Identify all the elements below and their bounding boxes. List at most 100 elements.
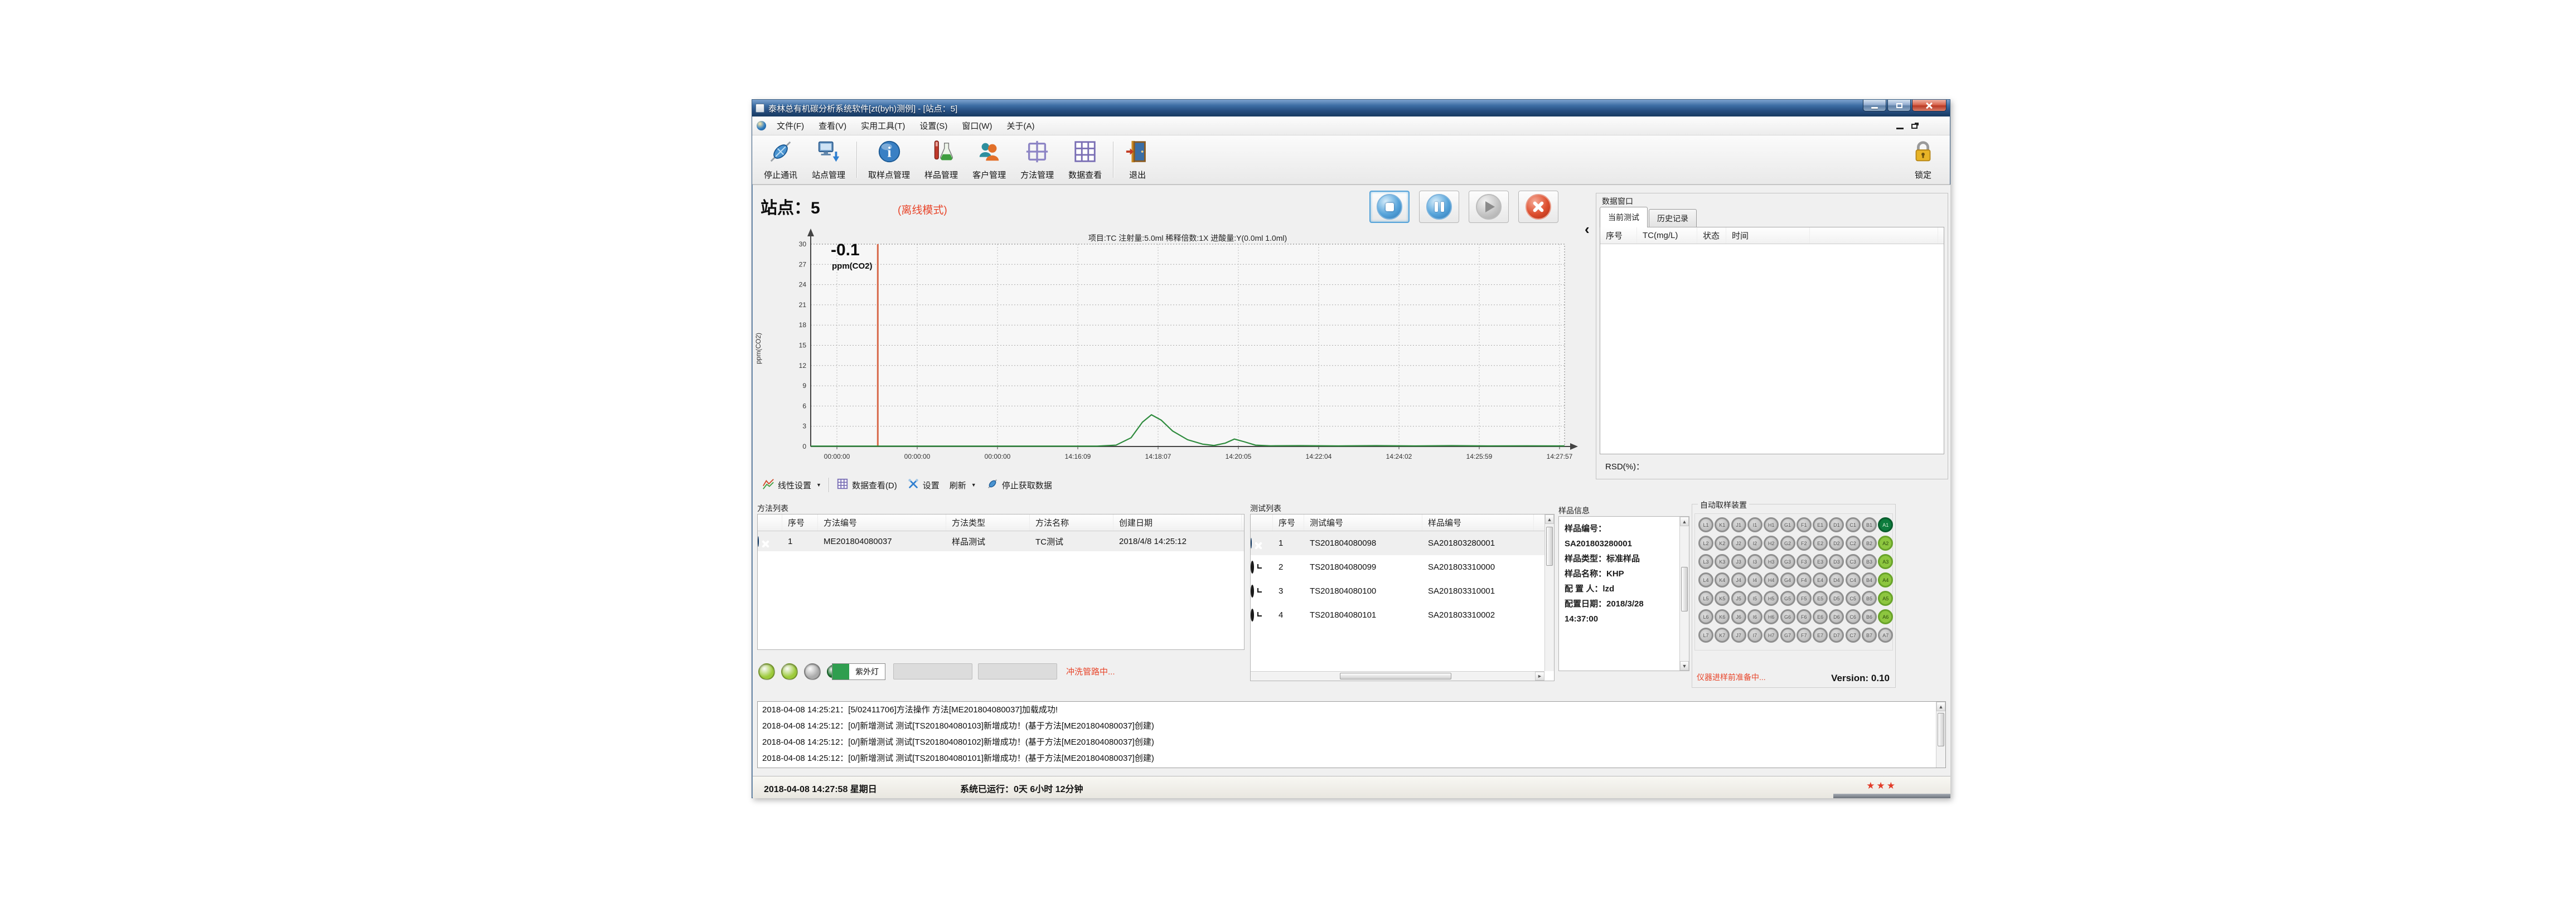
scroll-right-icon[interactable]: ► [1535,672,1544,681]
tab-history[interactable]: 历史记录 [1649,209,1697,227]
sampler-well-C2[interactable]: C2 [1846,536,1861,551]
sampler-well-D6[interactable]: D6 [1829,609,1844,624]
sampler-well-K1[interactable]: K1 [1715,517,1730,532]
sampler-well-H7[interactable]: H7 [1764,628,1779,643]
sampler-well-A5[interactable]: A5 [1878,591,1893,606]
collapse-panel-arrow[interactable]: ‹ [1585,221,1590,238]
sampler-well-I7[interactable]: I7 [1747,628,1762,643]
sampler-well-D3[interactable]: D3 [1829,554,1844,569]
table-row[interactable]: 1TS201804080098SA201803280001 [1251,531,1544,555]
mdi-restore-button[interactable] [1911,124,1918,129]
sampler-well-L2[interactable]: L2 [1698,536,1713,551]
column-header[interactable]: TC(mg/L) [1637,227,1697,244]
stop-button[interactable] [1369,191,1410,223]
sampler-well-B6[interactable]: B6 [1862,609,1877,624]
sampler-well-E6[interactable]: E6 [1813,609,1828,624]
sampler-well-H5[interactable]: H5 [1764,591,1779,606]
menu-item-2[interactable]: 查看(V) [811,116,854,135]
toolbar-button-exit[interactable]: 退出 [1117,137,1158,183]
sampler-well-F1[interactable]: F1 [1797,517,1812,532]
sample-info-scrollbar[interactable]: ▲ ▼ [1679,517,1689,671]
sampler-well-F3[interactable]: F3 [1797,554,1812,569]
toolbar-button-data-view[interactable]: 数据查看 [1061,137,1109,183]
test-list-vscrollbar[interactable]: ▲ [1544,514,1554,671]
toolbar-button-site-manage[interactable]: 站点管理 [805,137,853,183]
sampler-well-A1[interactable]: A1 [1878,517,1893,532]
sampler-well-D4[interactable]: D4 [1829,572,1844,588]
sampler-well-E1[interactable]: E1 [1813,517,1828,532]
close-button[interactable] [1912,100,1946,111]
sampler-well-F2[interactable]: F2 [1797,536,1812,551]
sampler-well-K4[interactable]: K4 [1715,572,1730,588]
sampler-well-I2[interactable]: I2 [1747,536,1762,551]
toolbar-button-sample-manage[interactable]: 样品管理 [917,137,965,183]
sampler-well-D5[interactable]: D5 [1829,591,1844,606]
sample-info-box[interactable]: 样品编号：SA201803280001样品类型：标准样品样品名称：KHP配 置 … [1558,516,1689,671]
sampler-well-B2[interactable]: B2 [1862,536,1877,551]
sampler-well-H1[interactable]: H1 [1764,517,1779,532]
scrollbar-thumb[interactable] [1546,527,1553,566]
column-header[interactable]: 方法编号 [818,514,946,531]
chart[interactable]: 03691215182124273000:00:0000:00:0000:00:… [755,227,1585,470]
sampler-well-E4[interactable]: E4 [1813,572,1828,588]
current-test-table[interactable]: 序号TC(mg/L)状态时间 [1600,227,1944,454]
scroll-up-icon[interactable]: ▲ [1545,514,1554,524]
chart-toolbar-item[interactable]: 刷新▼ [945,477,981,493]
sampler-well-C5[interactable]: C5 [1846,591,1861,606]
sampler-well-I3[interactable]: I3 [1747,554,1762,569]
sampler-well-A6[interactable]: A6 [1878,609,1893,624]
maximize-button[interactable] [1887,100,1911,111]
sampler-well-H3[interactable]: H3 [1764,554,1779,569]
scrollbar-thumb[interactable] [1938,713,1944,746]
sampler-well-J3[interactable]: J3 [1731,554,1746,569]
sampler-well-D2[interactable]: D2 [1829,536,1844,551]
sampler-well-J1[interactable]: J1 [1731,517,1746,532]
sampler-well-H4[interactable]: H4 [1764,572,1779,588]
sampler-well-A3[interactable]: A3 [1878,554,1893,569]
sampler-well-L4[interactable]: L4 [1698,572,1713,588]
column-header[interactable]: 序号 [1600,227,1637,244]
sampler-well-F7[interactable]: F7 [1797,628,1812,643]
sampler-well-L6[interactable]: L6 [1698,609,1713,624]
mdi-minimize-button[interactable] [1896,128,1904,129]
sampler-well-C4[interactable]: C4 [1846,572,1861,588]
menu-item-4[interactable]: 设置(S) [912,116,955,135]
menu-item-1[interactable]: 文件(F) [769,116,811,135]
chart-toolbar-wrench[interactable]: 设置 [902,475,945,494]
pause-button[interactable] [1419,191,1459,223]
sampler-well-K2[interactable]: K2 [1715,536,1730,551]
sampler-well-C7[interactable]: C7 [1846,628,1861,643]
sampler-well-F5[interactable]: F5 [1797,591,1812,606]
sampler-well-L7[interactable]: L7 [1698,628,1713,643]
cancel-button[interactable] [1518,191,1558,223]
sampler-well-K7[interactable]: K7 [1715,628,1730,643]
sampler-well-G1[interactable]: G1 [1780,517,1795,532]
sampler-well-G7[interactable]: G7 [1780,628,1795,643]
scroll-up-icon[interactable]: ▲ [1936,702,1945,711]
chart-toolbar-plug[interactable]: 停止获取数据 [981,475,1057,494]
column-header[interactable] [758,514,782,531]
sampler-well-K3[interactable]: K3 [1715,554,1730,569]
sampler-well-A2[interactable]: A2 [1878,536,1893,551]
column-header[interactable]: 状态 [1697,227,1726,244]
sampler-well-H2[interactable]: H2 [1764,536,1779,551]
chart-toolbar-line-style[interactable]: 线性设置▼ [757,475,826,494]
scroll-down-icon[interactable]: ▼ [1680,661,1689,671]
scrollbar-thumb[interactable] [1681,567,1688,611]
menu-item-6[interactable]: 关于(A) [999,116,1042,135]
sampler-well-H6[interactable]: H6 [1764,609,1779,624]
play-button[interactable] [1469,191,1509,223]
column-header[interactable]: 创建日期 [1113,514,1242,531]
column-header[interactable]: 样品编号 [1422,514,1534,531]
toolbar-button-sampling-point[interactable]: i取样点管理 [861,137,917,183]
sampler-well-C6[interactable]: C6 [1846,609,1861,624]
toolbar-button-customer-manage[interactable]: 客户管理 [965,137,1013,183]
sampler-well-L1[interactable]: L1 [1698,517,1713,532]
sampler-well-G2[interactable]: G2 [1780,536,1795,551]
lock-button[interactable]: 锁定 [1903,137,1943,182]
menu-item-5[interactable]: 窗口(W) [955,116,999,135]
sampler-well-I4[interactable]: I4 [1747,572,1762,588]
chart-toolbar-grid[interactable]: 数据查看(D) [831,475,902,494]
sampler-well-G5[interactable]: G5 [1780,591,1795,606]
table-row[interactable]: 4TS201804080101SA201803310002 [1251,603,1544,627]
